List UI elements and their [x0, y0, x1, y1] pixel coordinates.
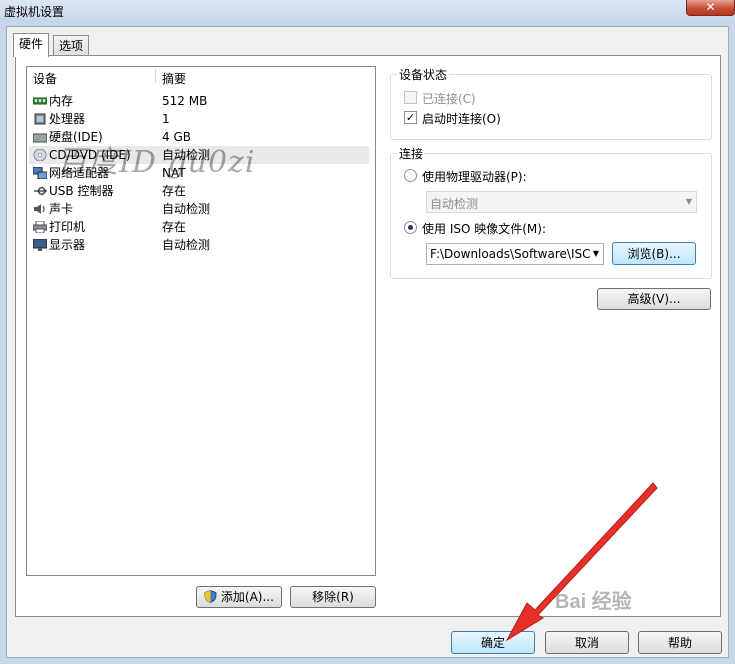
ok-label: 确定: [480, 635, 505, 650]
browse-label: 浏览(B)...: [627, 246, 681, 261]
network-adapter-icon: [33, 167, 47, 179]
memory-icon: [33, 97, 47, 105]
browse-button[interactable]: 浏览(B)...: [612, 242, 696, 265]
baidu-logo-watermark: Bai 经验: [555, 591, 632, 613]
connection-group: 连接 使用物理驱动器(P): 自动检测 ▼ 使用 ISO 映像文件(M): F:…: [390, 145, 712, 279]
physical-drive-value: 自动检测: [430, 197, 479, 211]
iso-image-radio[interactable]: [404, 221, 417, 234]
device-summary: 512 MB: [162, 94, 208, 108]
device-row-sound-card[interactable]: 声卡 自动检测: [29, 200, 369, 218]
close-icon: ✕: [705, 0, 716, 14]
shield-icon: [204, 590, 217, 603]
help-label: 帮助: [667, 635, 692, 650]
processor-icon: [34, 113, 46, 125]
cancel-label: 取消: [574, 635, 599, 650]
usb-icon: [34, 186, 47, 196]
physical-drive-radio[interactable]: [404, 169, 417, 182]
connected-label: 已连接(C): [422, 92, 476, 106]
chevron-down-icon: ▼: [592, 249, 599, 258]
device-status-title: 设备状态: [397, 66, 450, 83]
tab-options[interactable]: 选项: [53, 35, 90, 57]
checkmark-icon: ✓: [405, 111, 416, 124]
device-summary: 存在: [162, 220, 187, 234]
device-name: USB 控制器: [49, 184, 114, 198]
add-device-button[interactable]: 添加(A)...: [196, 586, 282, 608]
advanced-button[interactable]: 高级(V)...: [597, 288, 711, 310]
device-status-group: 设备状态 已连接(C) ✓ 启动时连接(O): [390, 66, 712, 140]
connect-on-start-checkbox[interactable]: ✓: [404, 111, 417, 124]
cd-dvd-icon: [33, 149, 47, 161]
cancel-button[interactable]: 取消: [545, 631, 629, 654]
device-list[interactable]: 设备 摘要 内存 512 MB 处理器 1 硬盘(IDE) 4 GB CD/DV…: [26, 66, 376, 576]
device-summary: 自动检测: [162, 238, 211, 252]
device-name: 内存: [49, 94, 74, 108]
title-bar: 虚拟机设置 ✕: [0, 0, 735, 22]
device-name: 显示器: [49, 238, 86, 252]
column-header-device[interactable]: 设备: [33, 70, 57, 87]
hard-disk-icon: [33, 133, 47, 143]
window-title: 虚拟机设置: [4, 5, 65, 19]
device-row-usb[interactable]: USB 控制器 存在: [29, 182, 369, 200]
device-row-memory[interactable]: 内存 512 MB: [29, 92, 369, 110]
dialog-client: 硬件 选项 设备 摘要 内存 512 MB 处理器 1 硬盘(IDE) 4 GB: [6, 26, 729, 658]
iso-path-value: F:\Downloads\Software\ISC: [430, 247, 590, 261]
hardware-panel: 设备 摘要 内存 512 MB 处理器 1 硬盘(IDE) 4 GB CD/DV…: [15, 55, 721, 617]
device-row-printer[interactable]: 打印机 存在: [29, 218, 369, 236]
iso-path-combo[interactable]: F:\Downloads\Software\ISC ▼: [426, 243, 604, 265]
sound-card-icon: [34, 204, 45, 214]
device-summary: 自动检测: [162, 202, 211, 216]
close-button[interactable]: ✕: [686, 0, 735, 16]
help-button[interactable]: 帮助: [638, 631, 722, 654]
device-name: 声卡: [49, 202, 74, 216]
physical-drive-select[interactable]: 自动检测 ▼: [426, 191, 697, 213]
advanced-label: 高级(V)...: [627, 292, 681, 306]
tab-hardware-label: 硬件: [19, 37, 44, 51]
tab-hardware[interactable]: 硬件: [13, 33, 50, 57]
physical-drive-label: 使用物理驱动器(P):: [422, 170, 527, 184]
watermark-text: 百度ID gu0zi: [57, 145, 256, 180]
device-name: 打印机: [49, 220, 86, 234]
connect-on-start-label: 启动时连接(O): [422, 112, 501, 126]
column-header-summary[interactable]: 摘要: [162, 70, 186, 87]
device-summary: 存在: [162, 184, 187, 198]
device-name: 处理器: [49, 112, 86, 126]
remove-device-button[interactable]: 移除(R): [290, 586, 376, 608]
chevron-down-icon: ▼: [685, 197, 692, 206]
iso-image-label: 使用 ISO 映像文件(M):: [422, 222, 546, 236]
printer-icon: [33, 221, 47, 233]
connection-title: 连接: [397, 145, 426, 162]
device-row-processor[interactable]: 处理器 1: [29, 110, 369, 128]
ok-button[interactable]: 确定: [451, 631, 535, 654]
device-summary: 1: [162, 112, 170, 126]
add-device-label: 添加(A)...: [220, 590, 274, 604]
remove-device-label: 移除(R): [312, 590, 354, 604]
tab-options-label: 选项: [59, 39, 84, 53]
connected-checkbox[interactable]: [404, 91, 417, 104]
column-separator[interactable]: [155, 69, 156, 83]
device-row-display[interactable]: 显示器 自动检测: [29, 236, 369, 254]
display-icon: [33, 239, 47, 251]
